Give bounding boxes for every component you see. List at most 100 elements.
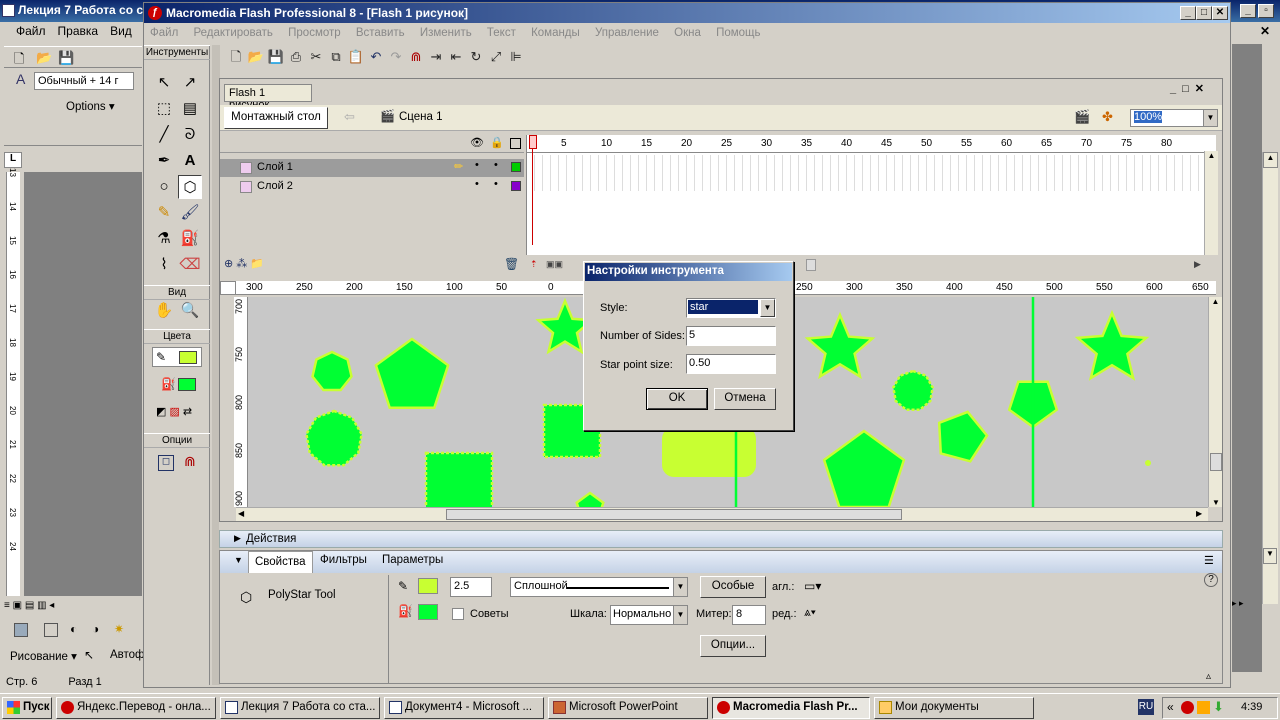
tray-download-icon[interactable]: ⬇ — [1213, 699, 1224, 715]
pencil-tool-icon[interactable]: ✎ — [152, 201, 176, 225]
menu-text[interactable]: Текст — [487, 27, 516, 39]
word-menu-view[interactable]: Вид — [110, 24, 132, 38]
panel-splitter[interactable] — [219, 522, 1223, 530]
redo-icon[interactable]: ↷ — [386, 47, 406, 67]
word-menu-edit[interactable]: Правка — [58, 24, 99, 38]
menu-modify[interactable]: Изменить — [420, 27, 472, 39]
stage-v-scrollbar[interactable]: ▲ ▼ — [1208, 297, 1222, 507]
panel-collapse-icon[interactable]: ▵ — [1206, 671, 1211, 682]
task-flash[interactable]: Macromedia Flash Pr... — [712, 697, 870, 719]
word-h-scroll-right[interactable]: ▸ ▸ — [1232, 598, 1260, 612]
arrow-tool-icon[interactable]: ↖ — [152, 71, 176, 95]
help-icon[interactable]: ? — [1204, 573, 1218, 587]
hints-checkbox[interactable] — [452, 608, 464, 620]
snap-magnet-icon[interactable]: ⋒ — [406, 47, 426, 67]
flash-maximize-button[interactable]: □ — [1196, 6, 1212, 20]
task-yandex[interactable]: Яндекс.Перевод - онла... — [56, 697, 216, 719]
tray-opera-icon[interactable] — [1181, 701, 1194, 714]
menu-file[interactable]: Файл — [150, 27, 178, 39]
props-fill-color[interactable] — [418, 604, 438, 620]
start-button[interactable]: Пуск — [2, 697, 52, 719]
word-close-doc-icon[interactable]: ✕ — [1260, 24, 1270, 38]
options-button[interactable]: Опции... — [700, 635, 766, 657]
snap-to-objects-icon[interactable]: ⋒ — [184, 453, 196, 470]
open-icon[interactable]: 📂 — [36, 50, 52, 66]
menu-view[interactable]: Просмотр — [288, 27, 341, 39]
stage-v-scroll-thumb[interactable] — [1210, 453, 1222, 471]
task-my-documents[interactable]: Мои документы — [874, 697, 1034, 719]
undo-icon[interactable]: ↶ — [366, 47, 386, 67]
lasso-tool-icon[interactable]: ᘐ — [178, 123, 202, 147]
scale-icon[interactable]: ⤢ — [486, 47, 506, 67]
copy-icon[interactable]: ⧉ — [326, 47, 346, 67]
zoom-select[interactable]: 100% ▼ — [1130, 109, 1218, 127]
show-hide-eye-icon[interactable]: 👁 — [470, 136, 484, 149]
align-icon[interactable]: ⊫ — [506, 47, 526, 67]
task-lecture[interactable]: Лекция 7 Работа со ста... — [220, 697, 380, 719]
edit-scene-icon[interactable]: 🎬 — [1074, 109, 1090, 125]
flash-minimize-button[interactable]: _ — [1180, 6, 1196, 20]
drawing-menu[interactable]: Рисование ▾ — [10, 649, 77, 663]
color-swap-icons[interactable]: ◩ ▨ ⇄ — [156, 405, 192, 418]
options-dropdown[interactable]: Options ▾ — [66, 99, 122, 117]
stroke-style-select[interactable]: Сплошной ▼ — [510, 577, 688, 597]
nonagon-shape[interactable] — [891, 369, 935, 412]
cut-icon[interactable]: ✂ — [306, 47, 326, 67]
smooth-icon[interactable]: ⇥ — [426, 47, 446, 67]
select-arrow-icon[interactable]: ↖ — [84, 648, 94, 662]
layer-1-lock-dot[interactable]: • — [494, 159, 498, 171]
picture-icon[interactable] — [14, 623, 28, 637]
styles-icon[interactable]: A — [16, 71, 25, 87]
doc-window-controls[interactable]: _□✕ — [1170, 82, 1210, 95]
menu-help[interactable]: Помощь — [716, 27, 760, 39]
gradient-transform-tool-icon[interactable]: ▤ — [178, 97, 202, 121]
tray-expand-icon[interactable]: « — [1167, 700, 1174, 714]
fill-color-well[interactable]: ⛽ — [152, 375, 202, 395]
menu-edit[interactable]: Редактировать — [193, 27, 272, 39]
tray-app-icon[interactable] — [1197, 701, 1210, 714]
actions-panel-header[interactable]: ▶ Действия — [219, 530, 1223, 548]
props-stroke-color[interactable] — [418, 578, 438, 594]
eraser-tool-icon[interactable]: ⌫ — [178, 253, 202, 277]
playhead[interactable] — [532, 135, 533, 245]
outline-icon[interactable] — [510, 138, 521, 149]
playhead-marker[interactable] — [529, 135, 537, 149]
onion-skin-icon[interactable]: ▣▣ — [546, 259, 563, 270]
layer-row-1[interactable]: Слой 1 ✏ • • — [220, 159, 524, 177]
point-size-input[interactable]: 0.50 — [686, 354, 776, 374]
zoom-dropdown-arrow[interactable]: ▼ — [1203, 110, 1217, 126]
rotate-icon[interactable]: ↻ — [466, 47, 486, 67]
object-drawing-icon[interactable]: ◻ — [158, 455, 174, 471]
rectangle-shape[interactable] — [424, 451, 494, 507]
style-select[interactable]: star ▼ — [686, 298, 776, 318]
custom-stroke-button[interactable]: Особые — [700, 576, 766, 598]
frames-area[interactable]: 15101520253035404550556065707580 — [526, 135, 1216, 255]
text-tool-icon[interactable]: A — [178, 149, 202, 173]
open-icon[interactable]: 📂 — [246, 47, 266, 67]
style-select[interactable]: Обычный + 14 г — [34, 72, 134, 90]
join-style-icon[interactable]: ⩓▾ — [804, 605, 816, 620]
layer-2-lock-dot[interactable]: • — [494, 178, 498, 190]
cap-style-icon[interactable]: ▭▾ — [804, 579, 821, 593]
new-icon[interactable]: 🗋 — [226, 47, 246, 67]
cancel-button[interactable]: Отмена — [714, 388, 776, 410]
paint-bucket-tool-icon[interactable]: ⛽ — [178, 227, 202, 251]
style-dropdown-arrow[interactable]: ▼ — [760, 299, 775, 317]
edit-symbol-icon[interactable]: ✤ — [1102, 109, 1113, 125]
menu-control[interactable]: Управление — [595, 27, 659, 39]
layer-2-color-box[interactable] — [511, 181, 521, 191]
oval-tool-icon[interactable]: ○ — [152, 175, 176, 199]
layer-buttons[interactable]: ⊕ ⁂ 📁 — [224, 257, 264, 270]
scene-label[interactable]: Сцена 1 — [399, 111, 443, 123]
hand-tool-icon[interactable]: ✋ — [152, 299, 176, 323]
ink-bottle-tool-icon[interactable]: ⚗ — [152, 227, 176, 251]
collapse-arrow-icon[interactable]: ▼ — [234, 555, 243, 565]
panel-menu-icon[interactable]: ☰ — [1204, 554, 1214, 567]
layer-row-2[interactable]: Слой 2 • • — [220, 178, 524, 196]
word-minimize-button[interactable]: _ — [1240, 4, 1256, 18]
word-menu-file[interactable]: Файл — [16, 24, 46, 38]
timeline-v-scrollbar[interactable]: ▲ — [1204, 151, 1218, 255]
free-transform-tool-icon[interactable]: ⬚ — [152, 97, 176, 121]
brush-tool-icon[interactable]: 🖌 — [178, 201, 202, 225]
heptagon-shape[interactable] — [311, 350, 353, 392]
